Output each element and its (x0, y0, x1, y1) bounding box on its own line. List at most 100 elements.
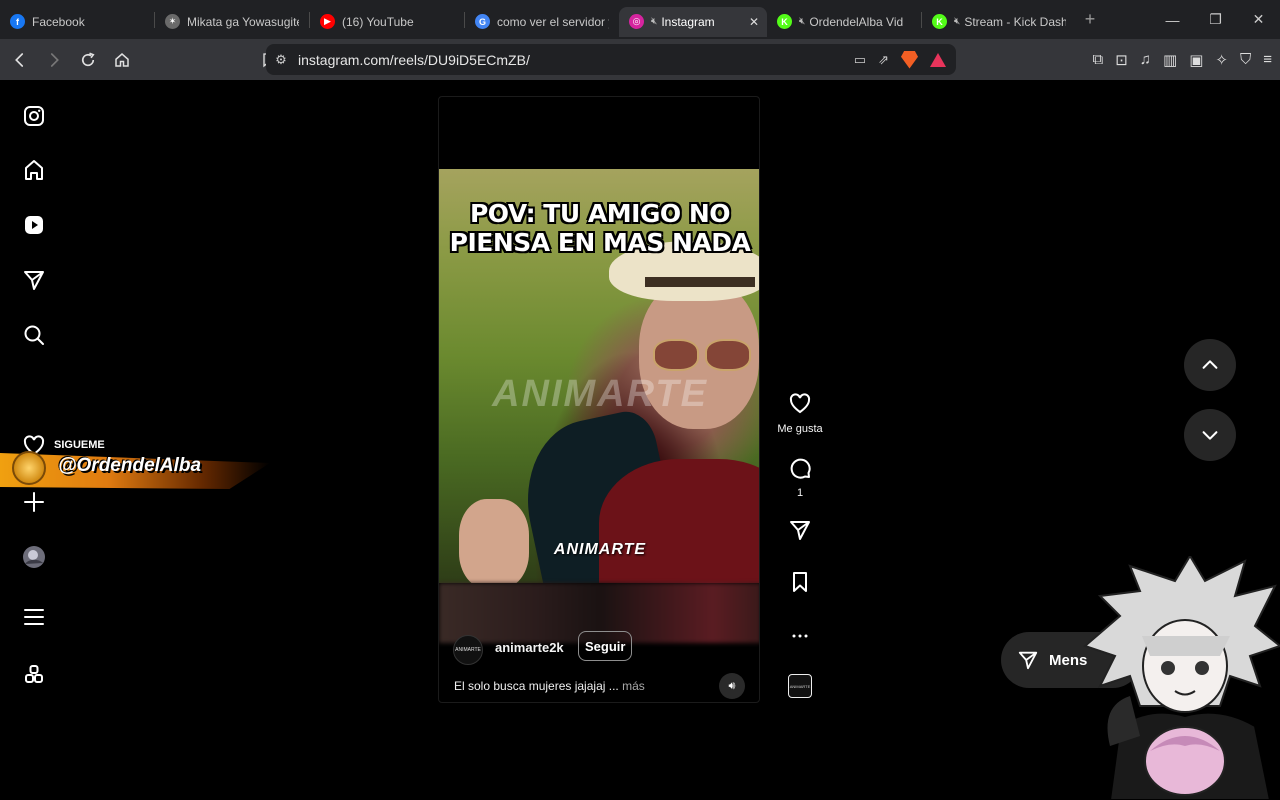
sound-toggle-icon[interactable]: 🔊︎ (719, 673, 745, 699)
toolbar-extensions: ⧉ ⊡ ♫ ▥ ▣ ✧ ⛉ ≡ (1092, 39, 1272, 80)
tab-title: como ver el servidor y (497, 14, 609, 29)
reel-watermark: ANIMARTE (492, 373, 708, 415)
vpn-icon[interactable]: ⛉ (1240, 51, 1251, 68)
muted-audio-icon[interactable]: 🔇︎ (799, 16, 805, 27)
forward-icon[interactable] (40, 46, 68, 74)
browser-toolbar: ⚙ instagram.com/reels/DU9iD5ECmZB/ ▭ ⇗ ⧉… (0, 39, 1280, 80)
kick-icon: K (932, 14, 947, 29)
overlay-handle: @OrdendelAlba (58, 455, 202, 476)
ellipsis-icon (792, 634, 808, 638)
video-figure-glasses (653, 339, 759, 373)
address-bar[interactable]: ⚙ instagram.com/reels/DU9iD5ECmZB/ ▭ ⇗ (266, 44, 956, 75)
chevron-up-icon (1202, 360, 1218, 369)
browser-tab-strip: f Facebook ✶ Mikata ga Yowasugite ▶ (16) YouT… (0, 0, 1280, 39)
home-icon[interactable] (108, 46, 136, 74)
sidebar-nav (0, 80, 68, 720)
wallet-icon[interactable]: ▣ (1189, 51, 1203, 69)
home-nav-icon[interactable] (20, 156, 48, 184)
reload-icon[interactable] (74, 46, 102, 74)
caption-more-link[interactable]: más (622, 679, 645, 693)
back-icon[interactable] (6, 46, 34, 74)
more-options-button[interactable] (776, 624, 824, 653)
youtube-icon: ▶ (320, 14, 335, 29)
url-text[interactable]: instagram.com/reels/DU9iD5ECmZB/ (298, 52, 530, 68)
next-reel-button[interactable] (1184, 409, 1236, 461)
browser-tab[interactable]: ▶ (16) YouTube (310, 7, 464, 37)
media-icon[interactable]: ♫ (1140, 51, 1151, 68)
browser-tab[interactable]: ✶ Mikata ga Yowasugite (155, 7, 309, 37)
site-info-icon[interactable]: ⚙ (266, 52, 296, 68)
cast-icon[interactable]: ▭ (854, 52, 866, 68)
comment-button[interactable]: 1 (776, 456, 824, 499)
instagram-page: SIGUEME @OrdendelAlba POV: TU AMIGO NO P… (0, 80, 1280, 800)
close-window-icon[interactable]: ✕ (1237, 11, 1280, 28)
share-button[interactable] (776, 518, 824, 547)
browser-tab[interactable]: Gcomo ver el servidor y (465, 7, 619, 37)
comment-icon (790, 458, 811, 479)
chevron-down-icon (1202, 431, 1218, 440)
save-icon (793, 572, 807, 592)
new-tab-button[interactable]: + (1076, 9, 1104, 30)
send-icon (790, 521, 810, 540)
comment-count: 1 (796, 487, 804, 499)
instagram-icon: ◎ (629, 14, 644, 29)
heart-icon (789, 393, 811, 414)
reel-overlay-caption: POV: TU AMIGO NO PIENSA EN MAS NADA (439, 199, 759, 257)
leo-ai-icon[interactable]: ✧ (1215, 51, 1228, 69)
muted-audio-icon[interactable]: 🔇︎ (954, 16, 960, 27)
send-icon (1018, 651, 1038, 670)
reel-watermark-small: ANIMARTE (553, 541, 647, 558)
menu-icon[interactable]: ≡ (1263, 51, 1272, 68)
google-icon: G (475, 14, 490, 29)
kick-icon: K (777, 14, 792, 29)
tab-title: Mikata ga Yowasugite (187, 14, 299, 29)
explore-nav-icon[interactable] (20, 266, 48, 294)
save-button[interactable] (776, 570, 824, 599)
overlay-line-1: POV: TU AMIGO NO (469, 199, 731, 228)
author-avatar[interactable]: ANIMARTE (453, 635, 483, 665)
video-figure-shirt (599, 459, 759, 583)
sidebar-icon[interactable]: ▥ (1163, 51, 1177, 69)
reel-caption[interactable]: El solo busca mujeres jajajaj ... más (454, 679, 645, 693)
browser-tab[interactable]: f Facebook (0, 7, 154, 37)
streamer-avatar-illustration (1083, 556, 1280, 800)
like-label: Me gusta (777, 423, 823, 435)
muted-audio-icon[interactable]: 🔇︎ (651, 16, 657, 27)
like-button[interactable]: Me gusta (776, 392, 824, 435)
brave-rewards-icon[interactable] (930, 52, 946, 67)
author-username[interactable]: animarte2k (495, 640, 564, 655)
reel-video[interactable]: POV: TU AMIGO NO PIENSA EN MAS NADA ANIM… (439, 169, 759, 583)
facebook-icon: f (10, 14, 25, 29)
tab-title: Facebook (32, 14, 85, 29)
more-menu-icon[interactable] (20, 603, 48, 631)
stream-follow-overlay: SIGUEME @OrdendelAlba (0, 439, 270, 491)
reel-player[interactable]: POV: TU AMIGO NO PIENSA EN MAS NADA ANIM… (438, 96, 760, 703)
minimize-icon[interactable]: — (1151, 12, 1194, 28)
profile-avatar[interactable] (20, 543, 48, 571)
screenshot-icon[interactable]: ⊡ (1115, 51, 1128, 69)
rank-badge-icon (12, 451, 46, 485)
also-from-meta-icon[interactable] (20, 660, 48, 688)
follow-button[interactable]: Seguir (578, 631, 633, 661)
audio-thumbnail[interactable]: ANIMARTE (788, 674, 812, 698)
restore-icon[interactable]: ❐ (1194, 11, 1237, 28)
brave-shields-icon[interactable] (901, 50, 918, 69)
browser-tab[interactable]: K 🔇︎ Stream - Kick Dash (922, 7, 1076, 37)
tab-title: Instagram (661, 14, 715, 29)
browser-tab[interactable]: ◎ 🔇︎ Instagram ✕ (619, 6, 767, 37)
create-nav-icon[interactable] (20, 488, 48, 516)
browser-tab[interactable]: K 🔇︎ OrdendelAlba Vid (767, 7, 921, 37)
close-tab-icon[interactable]: ✕ (749, 15, 759, 29)
instagram-logo-icon[interactable] (20, 102, 48, 130)
tab-title: OrdendelAlba Vid (809, 14, 904, 29)
video-figure-hatband (645, 277, 755, 287)
reels-nav-icon[interactable] (20, 211, 48, 239)
tab-title: Stream - Kick Dash (964, 14, 1066, 29)
caption-text: El solo busca mujeres jajajaj ... (454, 679, 619, 693)
share-icon[interactable]: ⇗ (878, 52, 889, 68)
reel-footer: ANIMARTE animarte2k Seguir El solo busca… (439, 627, 759, 702)
extensions-icon[interactable]: ⧉ (1092, 51, 1103, 68)
previous-reel-button[interactable] (1184, 339, 1236, 391)
search-nav-icon[interactable] (20, 321, 48, 349)
anime-site-icon: ✶ (165, 14, 180, 29)
